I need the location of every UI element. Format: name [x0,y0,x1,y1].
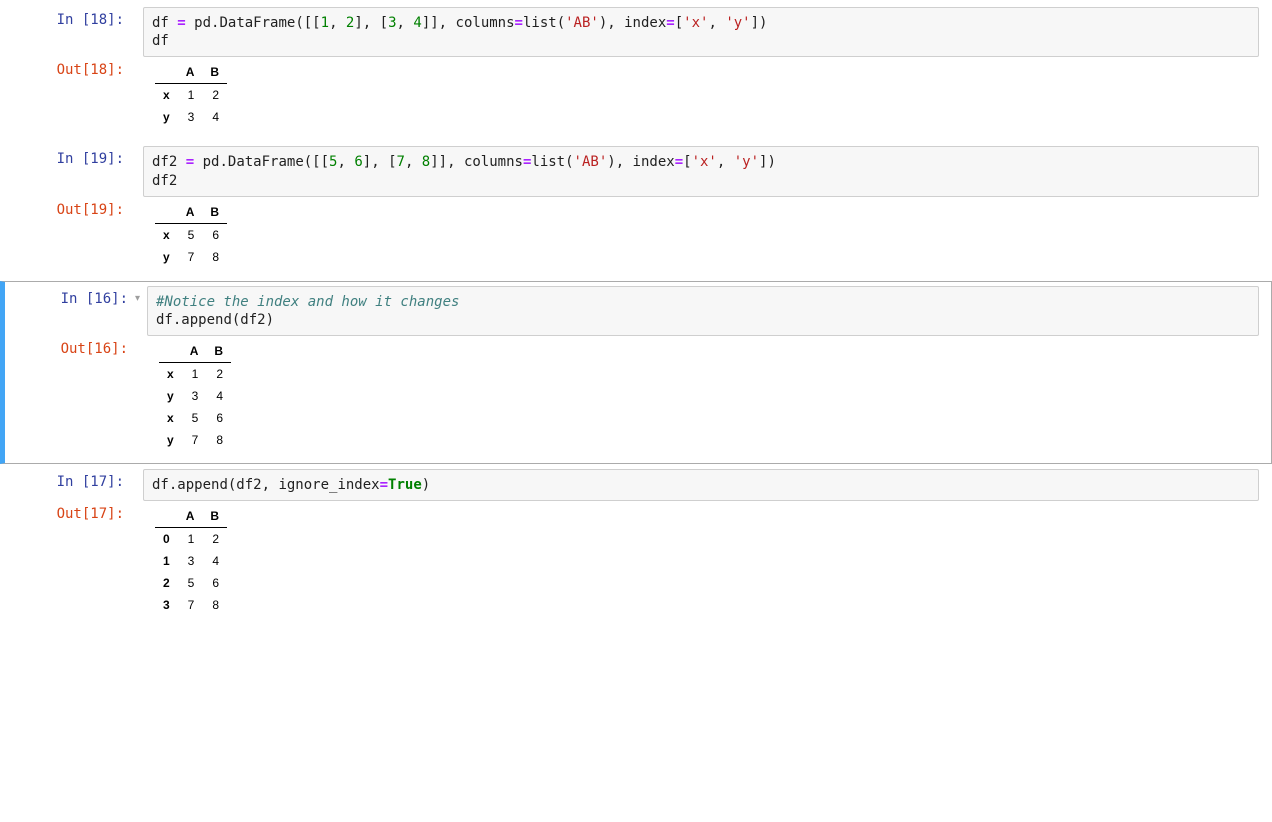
notebook-cell[interactable]: In [19]:▾df2 = pd.DataFrame([[5, 6], [7,… [0,141,1272,280]
row-index: 0 [155,528,178,551]
input-prompt: In [16]: [5,286,135,312]
column-header: B [202,505,227,528]
table-row: 012 [155,528,227,551]
table-row: x12 [159,363,231,386]
table-corner [155,61,178,84]
table-cell: 5 [182,407,207,429]
row-index: 3 [155,594,178,616]
row-index: y [155,106,178,128]
table-cell: 3 [178,550,203,572]
code-input[interactable]: df2 = pd.DataFrame([[5, 6], [7, 8]], col… [143,146,1259,196]
output-prompt: Out[16]: [5,336,135,362]
dataframe-table: ABx56y78 [155,201,227,268]
row-index: 2 [155,572,178,594]
table-corner [155,505,178,528]
column-header: B [206,340,231,363]
table-cell: 4 [202,550,227,572]
table-corner [155,201,178,224]
table-cell: 4 [202,106,227,128]
table-cell: 8 [202,594,227,616]
input-prompt: In [19]: [1,146,131,172]
column-header: B [202,201,227,224]
column-header: A [182,340,207,363]
table-cell: 7 [178,594,203,616]
table-row: y78 [155,246,227,268]
output-area: ABx56y78 [143,197,1271,276]
table-corner [159,340,182,363]
table-row: 134 [155,550,227,572]
output-prompt: Out[19]: [1,197,131,223]
notebook-cell[interactable]: In [16]:▾#Notice the index and how it ch… [0,281,1272,464]
table-row: y34 [155,106,227,128]
column-header: B [202,61,227,84]
table-row: y34 [159,385,231,407]
table-cell: 2 [206,363,231,386]
table-row: x56 [155,223,227,246]
table-cell: 8 [206,429,231,451]
row-index: 1 [155,550,178,572]
collapse-arrow-icon[interactable]: ▾ [135,286,147,307]
row-index: x [159,363,182,386]
code-input[interactable]: #Notice the index and how it changes df.… [147,286,1259,336]
code-input[interactable]: df = pd.DataFrame([[1, 2], [3, 4]], colu… [143,7,1259,57]
output-area: ABx12y34x56y78 [147,336,1271,459]
row-index: x [159,407,182,429]
input-prompt: In [18]: [1,7,131,33]
code-input[interactable]: df.append(df2, ignore_index=True) [143,469,1259,501]
table-row: x12 [155,84,227,107]
row-index: y [155,246,178,268]
dataframe-table: ABx12y34x56y78 [159,340,231,451]
table-cell: 7 [182,429,207,451]
table-cell: 1 [178,528,203,551]
row-index: x [155,223,178,246]
table-cell: 2 [202,528,227,551]
table-cell: 7 [178,246,203,268]
dataframe-table: ABx12y34 [155,61,227,128]
output-area: AB012134256378 [143,501,1271,624]
column-header: A [178,505,203,528]
table-cell: 5 [178,223,203,246]
notebook-cell[interactable]: In [17]:▾df.append(df2, ignore_index=Tru… [0,464,1272,629]
table-cell: 6 [202,223,227,246]
output-prompt: Out[18]: [1,57,131,83]
table-row: x56 [159,407,231,429]
table-cell: 8 [202,246,227,268]
table-cell: 1 [178,84,203,107]
table-row: 378 [155,594,227,616]
row-index: y [159,429,182,451]
output-prompt: Out[17]: [1,501,131,527]
output-area: ABx12y34 [143,57,1271,136]
table-cell: 2 [202,84,227,107]
table-row: 256 [155,572,227,594]
table-cell: 3 [182,385,207,407]
table-cell: 1 [182,363,207,386]
table-cell: 3 [178,106,203,128]
row-index: x [155,84,178,107]
table-cell: 5 [178,572,203,594]
dataframe-table: AB012134256378 [155,505,227,616]
column-header: A [178,201,203,224]
table-cell: 4 [206,385,231,407]
row-index: y [159,385,182,407]
input-prompt: In [17]: [1,469,131,495]
notebook-container: In [18]: ▾ df = pd.DataFrame([[1, 2], [3, … [0,0,1272,629]
table-cell: 6 [206,407,231,429]
column-header: A [178,61,203,84]
table-cell: 6 [202,572,227,594]
notebook-cell[interactable]: In [18]:▾df = pd.DataFrame([[1, 2], [3, … [0,2,1272,141]
table-row: y78 [159,429,231,451]
